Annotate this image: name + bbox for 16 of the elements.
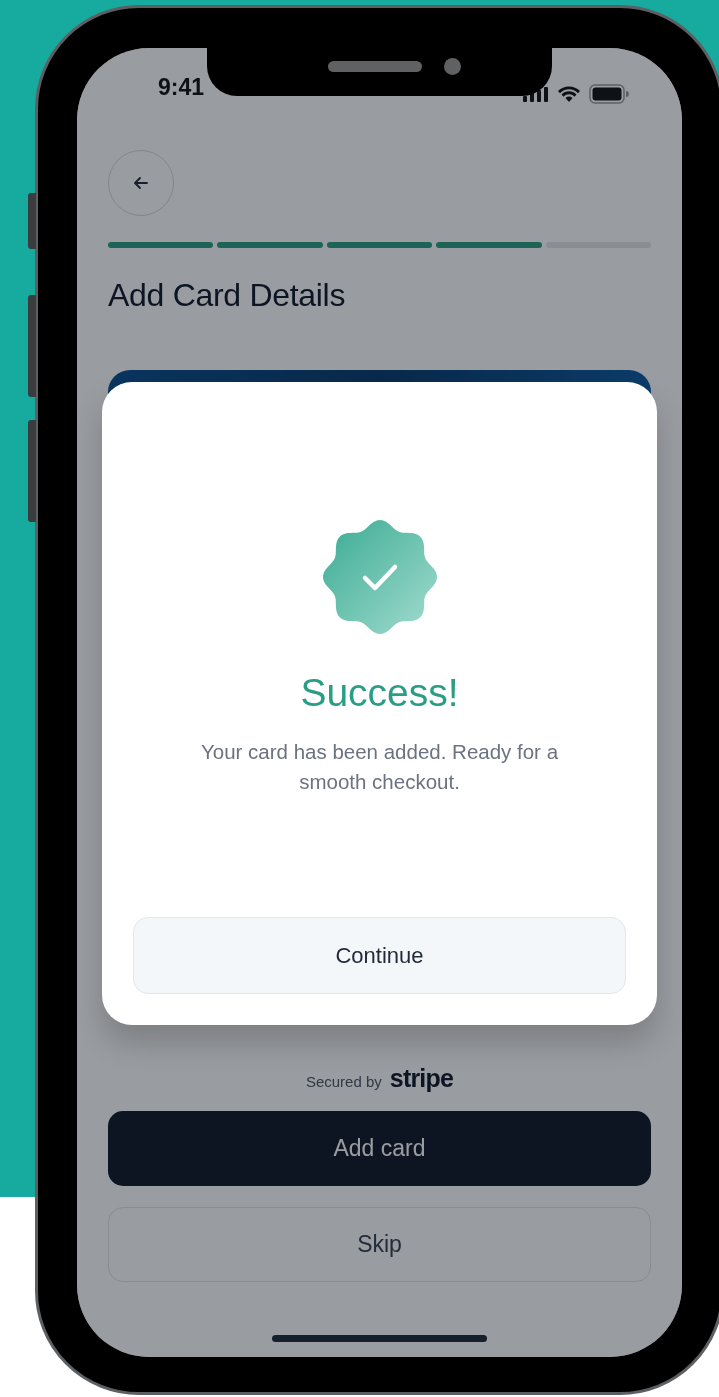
brand-logo-text: stripe	[389, 1062, 454, 1094]
camera-dot	[444, 58, 461, 75]
add-card-button[interactable]: Add card	[108, 1111, 651, 1186]
skip-button[interactable]: Skip	[108, 1207, 651, 1282]
screen-title: Add Card Details	[108, 276, 347, 315]
secured-by-text: Secured by	[305, 1071, 382, 1092]
status-time: 9:41	[158, 72, 205, 102]
dialog-title: Success!	[300, 670, 459, 716]
wifi-icon	[557, 85, 581, 103]
badge-check-icon	[320, 518, 439, 636]
side-key	[28, 193, 36, 249]
battery-icon	[589, 84, 629, 104]
continue-button[interactable]: Continue	[133, 917, 626, 994]
dialog-message: Your card has been added. Ready for a smooth checkout.	[199, 738, 560, 795]
back-arrow-icon	[133, 176, 149, 190]
signal-icon	[523, 86, 549, 102]
